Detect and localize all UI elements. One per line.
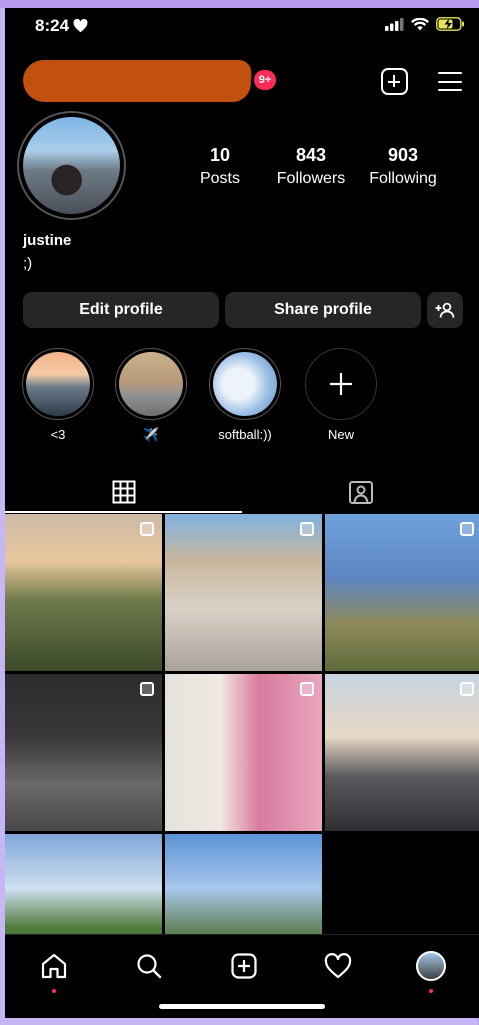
followers-stat[interactable]: 843 Followers: [273, 145, 349, 188]
signal-icon: [385, 17, 404, 31]
home-indicator: [159, 1004, 325, 1009]
plus-icon: [330, 373, 352, 395]
edit-profile-button[interactable]: Edit profile: [23, 292, 219, 328]
highlight-cover: [26, 352, 90, 416]
multiple-photos-icon: [140, 682, 154, 696]
new-post-icon[interactable]: [381, 68, 408, 95]
post-thumbnail[interactable]: [5, 514, 162, 671]
menu-icon[interactable]: [438, 72, 462, 92]
highlight-item[interactable]: <3: [20, 348, 96, 442]
profile-avatar[interactable]: [17, 111, 126, 220]
heart-icon: [73, 19, 88, 33]
share-profile-button[interactable]: Share profile: [225, 292, 421, 328]
post-thumbnail[interactable]: [165, 514, 322, 671]
following-stat[interactable]: 903 Following: [365, 145, 441, 188]
redacted-username[interactable]: [21, 60, 253, 102]
nav-home[interactable]: [37, 949, 71, 983]
highlight-label: ✈️: [142, 427, 160, 442]
multiple-photos-icon: [300, 522, 314, 536]
post-thumbnail[interactable]: [165, 674, 322, 831]
profile-bio: ;): [23, 255, 33, 272]
profile-avatar-icon: [416, 951, 446, 981]
tagged-icon: [348, 481, 373, 504]
new-highlight-button[interactable]: New: [303, 348, 379, 442]
instagram-profile-screen: 8:24 9+ 10 Posts 843 Followers 903 Follo…: [5, 8, 479, 1018]
posts-stat[interactable]: 10 Posts: [195, 145, 245, 188]
battery-charging-icon: [436, 17, 464, 31]
highlight-label: <3: [50, 427, 66, 442]
highlight-cover: [213, 352, 277, 416]
highlight-item[interactable]: softball:)): [207, 348, 283, 442]
highlight-label: New: [327, 427, 354, 442]
highlight-cover: [119, 352, 183, 416]
active-tab-indicator: [5, 511, 242, 513]
multiple-photos-icon: [460, 682, 474, 696]
notification-badge: 9+: [254, 70, 276, 90]
highlight-label: softball:)): [218, 427, 272, 442]
tab-posts-grid[interactable]: [5, 472, 242, 512]
status-time: 8:24: [35, 16, 70, 35]
search-icon: [137, 954, 162, 979]
add-person-icon: [435, 302, 455, 318]
nav-search[interactable]: [132, 949, 166, 983]
create-icon: [231, 953, 257, 979]
nav-create[interactable]: [227, 949, 261, 983]
profile-notification-dot: [429, 989, 433, 993]
activity-heart-icon: [324, 953, 352, 979]
post-thumbnail[interactable]: [325, 514, 479, 671]
status-bar: 8:24: [5, 8, 479, 42]
post-thumbnail[interactable]: [325, 674, 479, 831]
add-person-button[interactable]: [427, 292, 463, 328]
multiple-photos-icon: [300, 682, 314, 696]
post-thumbnail[interactable]: [5, 674, 162, 831]
grid-icon: [112, 480, 135, 504]
tab-tagged[interactable]: [242, 472, 479, 512]
multiple-photos-icon: [460, 522, 474, 536]
profile-name: justine: [23, 232, 72, 249]
highlight-item[interactable]: ✈️: [113, 348, 189, 443]
wifi-icon: [411, 17, 429, 30]
home-icon: [41, 953, 67, 979]
nav-activity[interactable]: [321, 949, 355, 983]
nav-profile[interactable]: [414, 949, 448, 983]
home-notification-dot: [52, 989, 56, 993]
multiple-photos-icon: [140, 522, 154, 536]
